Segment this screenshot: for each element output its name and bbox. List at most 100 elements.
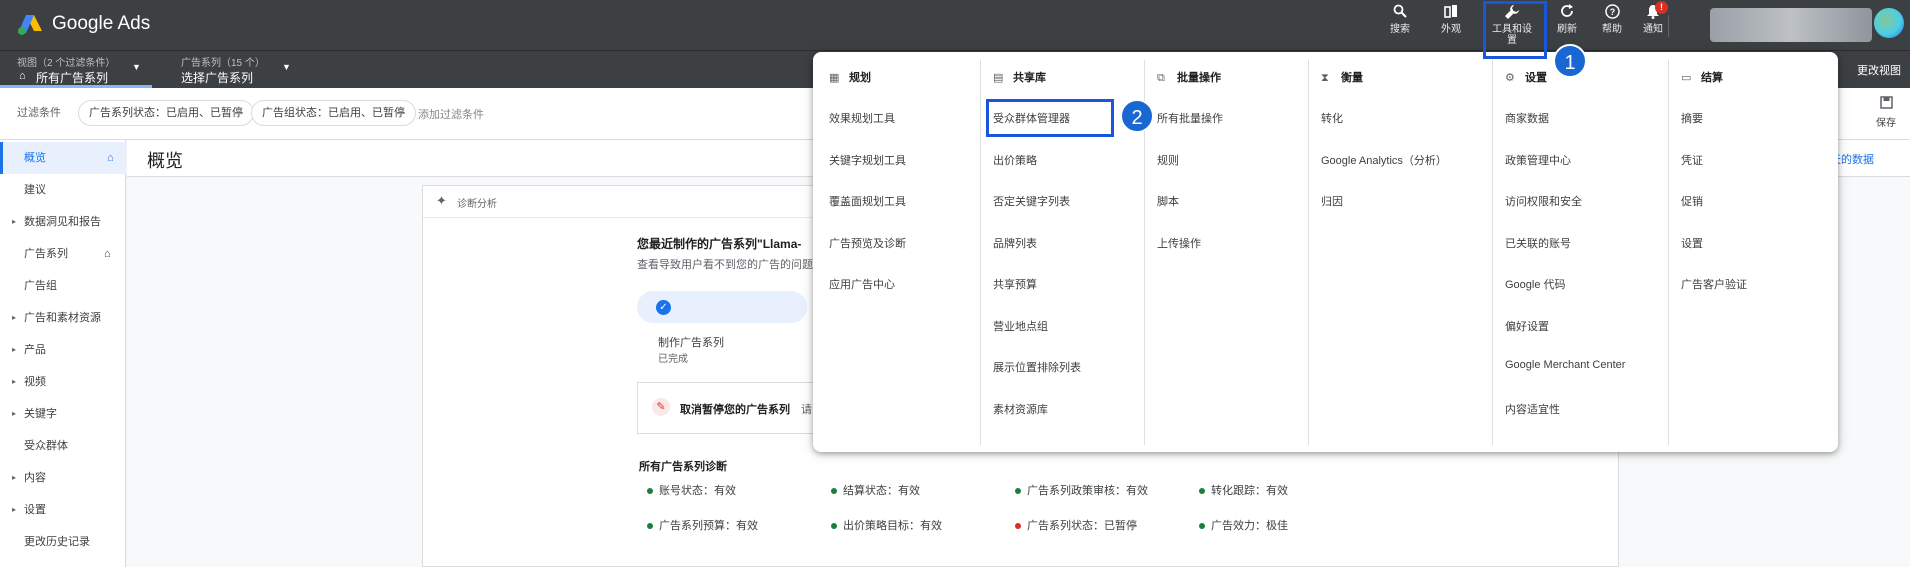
account-info-blurred[interactable]	[1710, 8, 1872, 42]
menu-column-setup: ⚙ 设置 商家数据 政策管理中心 访问权限和安全 已关联的账号 Google 代码…	[1505, 52, 1665, 447]
diagnostics-subline: 查看导致用户看不到您的广告的问题	[637, 259, 813, 271]
help-icon: ?	[1590, 4, 1634, 24]
menu-link[interactable]: 素材资源库	[993, 401, 1048, 417]
menu-link[interactable]: 凭证	[1681, 152, 1703, 168]
appearance-label: 外观	[1441, 24, 1461, 35]
menu-link[interactable]: 效果规划工具	[829, 110, 895, 126]
nav-item-recommendations[interactable]: 建议	[0, 174, 126, 206]
nav-item-keywords[interactable]: ▸ 关键字	[0, 398, 126, 430]
menu-link[interactable]: 设置	[1681, 235, 1703, 251]
refresh-button[interactable]: 刷新	[1545, 4, 1589, 36]
highlight-audience-manager	[986, 99, 1114, 137]
nav-item-products[interactable]: ▸ 产品	[0, 334, 126, 366]
menu-link[interactable]: 广告预览及诊断	[829, 235, 906, 251]
menu-column-planning: ▦ 规划 效果规划工具 关键字规划工具 覆盖面规划工具 广告预览及诊断 应用广告中…	[829, 52, 979, 447]
campaign-selector[interactable]: 广告系列（15 个） 选择广告系列 ▼	[168, 51, 298, 88]
menu-link[interactable]: 规则	[1157, 152, 1179, 168]
menu-link[interactable]: Google 代码	[1505, 276, 1566, 292]
diagnostic-text: 广告系列状态：已暂停	[1027, 520, 1137, 532]
menu-link[interactable]: 已关联的账号	[1505, 235, 1571, 251]
menu-link[interactable]: 转化	[1321, 110, 1343, 126]
nav-item-insights[interactable]: ▸ 数据洞见和报告	[0, 206, 126, 238]
search-button[interactable]: 搜索	[1378, 4, 1422, 36]
menu-link[interactable]: 内容适宜性	[1505, 401, 1560, 417]
nav-item-adgroups[interactable]: 广告组	[0, 270, 126, 302]
menu-column-title: ▭ 结算	[1681, 72, 1723, 84]
menu-link[interactable]: 营业地点组	[993, 318, 1048, 334]
menu-link[interactable]: 否定关键字列表	[993, 193, 1070, 209]
menu-link[interactable]: 出价策略	[993, 152, 1037, 168]
save-icon	[1879, 96, 1893, 109]
menu-link[interactable]: 摘要	[1681, 110, 1703, 126]
avatar[interactable]	[1874, 8, 1904, 38]
nav-item-label: 内容	[24, 472, 46, 484]
nav-item-content[interactable]: ▸ 内容	[0, 462, 126, 494]
menu-link[interactable]: Google Merchant Center	[1505, 359, 1625, 371]
view-selector-value: 所有广告系列	[36, 71, 109, 85]
menu-link[interactable]: Google Analytics（分析）	[1321, 152, 1447, 168]
menu-link[interactable]: 脚本	[1157, 193, 1179, 209]
check-icon: ✓	[656, 300, 671, 315]
nav-item-overview[interactable]: 概览 ⌂	[0, 142, 126, 174]
nav-item-change-history[interactable]: 更改历史记录	[0, 526, 126, 558]
appearance-icon	[1429, 4, 1473, 24]
wrench-icon: ✎	[652, 398, 670, 416]
view-selector-meta: 视图（2 个过滤条件）	[17, 58, 116, 69]
copy-icon: ⧉	[1157, 72, 1165, 84]
svg-text:?: ?	[1609, 7, 1615, 17]
appearance-button[interactable]: 外观	[1429, 4, 1473, 36]
nav-item-campaigns[interactable]: 广告系列 ⌂	[0, 238, 126, 270]
refresh-label: 刷新	[1557, 24, 1577, 35]
diagnostic-item: 广告系列政策审核：有效	[1015, 482, 1148, 498]
menu-column-bulk-actions: ⧉ 批量操作 所有批量操作 规则 脚本 上传操作	[1157, 52, 1307, 447]
nav-item-ads-assets[interactable]: ▸ 广告和素材资源	[0, 302, 126, 334]
help-button[interactable]: ? 帮助	[1590, 4, 1634, 36]
help-label: 帮助	[1602, 24, 1622, 35]
resume-campaign-hint: 请	[801, 404, 812, 416]
change-view-link[interactable]: 更改视图	[1857, 62, 1901, 78]
filter-chip-campaign-status[interactable]: 广告系列状态：已启用、已暂停	[78, 100, 254, 126]
caret-right-icon: ▸	[12, 505, 17, 514]
chevron-down-icon: ▼	[282, 62, 291, 72]
diagnostic-text: 出价策略目标：有效	[843, 520, 942, 532]
nav-item-label: 更改历史记录	[24, 536, 90, 548]
menu-link[interactable]: 政策管理中心	[1505, 152, 1571, 168]
menu-link[interactable]: 应用广告中心	[829, 276, 895, 292]
menu-link[interactable]: 促销	[1681, 193, 1703, 209]
menu-link[interactable]: 访问权限和安全	[1505, 193, 1582, 209]
menu-link[interactable]: 展示位置排除列表	[993, 359, 1081, 375]
status-dot-ok	[1199, 488, 1205, 495]
status-dot-ok	[647, 523, 653, 530]
menu-divider	[980, 60, 981, 445]
menu-link[interactable]: 广告客户验证	[1681, 276, 1747, 292]
nav-item-videos[interactable]: ▸ 视频	[0, 366, 126, 398]
menu-link[interactable]: 商家数据	[1505, 110, 1549, 126]
menu-link[interactable]: 覆盖面规划工具	[829, 193, 906, 209]
diagnostics-section-title: 所有广告系列诊断	[639, 461, 727, 473]
menu-link[interactable]: 共享预算	[993, 276, 1037, 292]
filter-label: 过滤条件	[17, 107, 61, 119]
google-ads-logo-icon[interactable]	[16, 13, 44, 37]
save-button[interactable]: 保存	[1870, 96, 1902, 129]
nav-item-settings[interactable]: ▸ 设置	[0, 494, 126, 526]
calendar-icon: ▦	[829, 72, 840, 84]
status-dot-ok	[831, 488, 837, 495]
menu-link[interactable]: 上传操作	[1157, 235, 1201, 251]
menu-link[interactable]: 品牌列表	[993, 235, 1037, 251]
diagnostic-item: 结算状态：有效	[831, 482, 920, 498]
menu-link[interactable]: 归因	[1321, 193, 1343, 209]
hourglass-icon: ⧗	[1321, 72, 1329, 84]
filter-chip-adgroup-status[interactable]: 广告组状态：已启用、已暂停	[251, 100, 416, 126]
add-filter-link[interactable]: 添加过滤条件	[418, 106, 484, 122]
menu-link[interactable]: 关键字规划工具	[829, 152, 906, 168]
nav-item-audiences[interactable]: 受众群体	[0, 430, 126, 462]
resume-campaign-title: 取消暂停您的广告系列	[680, 404, 790, 416]
menu-column-title: ▤ 共享库	[993, 72, 1046, 84]
menu-link[interactable]: 偏好设置	[1505, 318, 1549, 334]
view-selector[interactable]: 视图（2 个过滤条件） ⌂ 所有广告系列 ▼	[0, 51, 152, 88]
menu-link[interactable]: 所有批量操作	[1157, 110, 1223, 126]
caret-right-icon: ▸	[12, 473, 17, 482]
progress-step-status: 已完成	[658, 354, 688, 365]
left-navigation: 概览 ⌂ 建议 ▸ 数据洞见和报告 广告系列 ⌂ 广告组 ▸ 广告和素材资源 ▸ 产品 …	[0, 140, 126, 567]
nav-item-label: 概览	[24, 152, 46, 164]
